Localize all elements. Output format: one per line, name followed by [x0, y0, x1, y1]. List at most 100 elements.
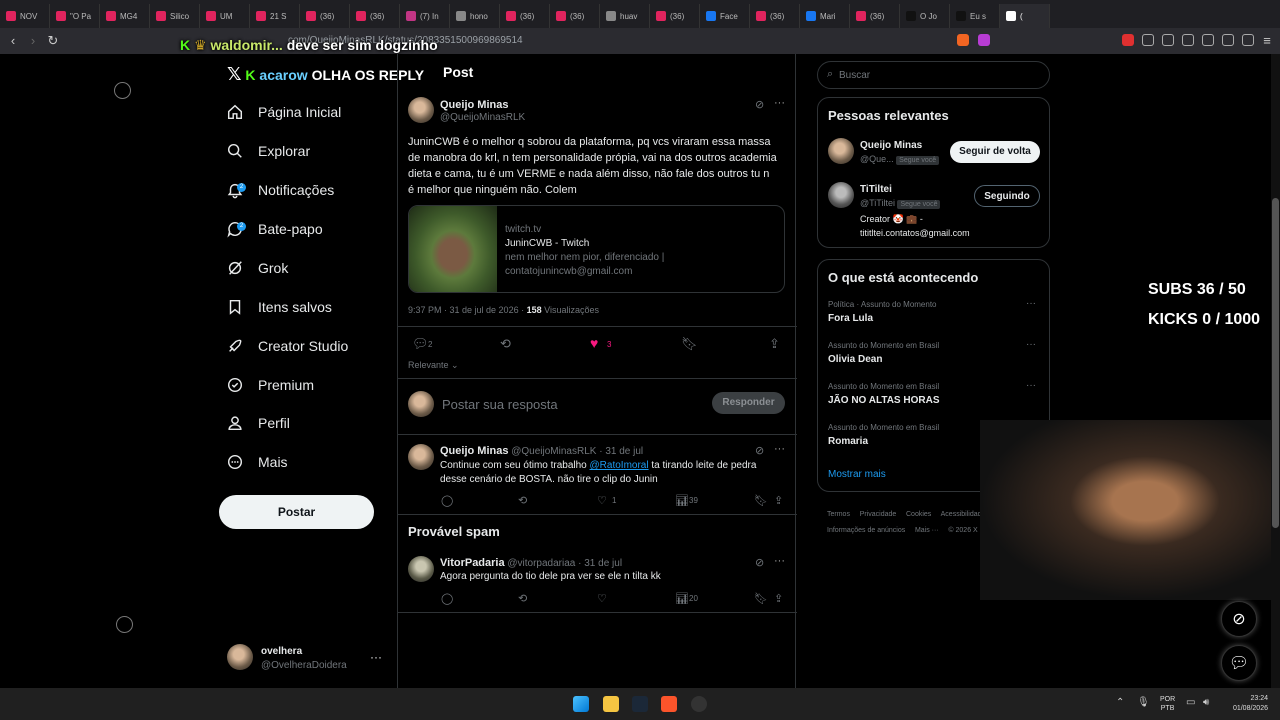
person-avatar[interactable] [828, 182, 854, 208]
browser-tab[interactable]: O Jo [900, 4, 950, 28]
sidebar-item-itens-salvos[interactable]: Itens salvos [226, 290, 332, 324]
bookmark-icon[interactable]: 🔖︎ [681, 336, 698, 352]
menu-icon[interactable]: ≡ [1258, 32, 1276, 50]
file-explorer-icon[interactable] [603, 696, 619, 712]
grok-fab-icon[interactable]: ⊘ [1221, 601, 1257, 637]
person-name[interactable]: Queijo Minas [860, 140, 922, 151]
steam-icon[interactable] [632, 696, 648, 712]
views-icon[interactable]: 📊︎ [675, 592, 689, 605]
vpn-icon[interactable] [1242, 34, 1254, 46]
sort-dropdown[interactable]: Relevante ⌄ [408, 360, 459, 371]
reply-input[interactable]: Postar sua resposta [442, 397, 558, 412]
follow-back-button[interactable]: Seguir de volta [950, 141, 1040, 163]
reply-button[interactable]: Responder [712, 392, 785, 414]
browser-tab[interactable]: Eu s [950, 4, 1000, 28]
footer-link[interactable]: Acessibilidade [941, 511, 986, 518]
like-icon[interactable]: ♥ [590, 335, 598, 351]
browser-tab[interactable]: (36) [750, 4, 800, 28]
footer-link[interactable]: Termos [827, 511, 850, 518]
sidebar-item-grok[interactable]: Grok [226, 251, 288, 285]
share-icon[interactable]: ⇪ [774, 592, 783, 605]
reload-icon[interactable]: ↻ [44, 32, 62, 50]
more-icon[interactable]: ··· [774, 555, 785, 567]
browser-tab[interactable]: MG4 [100, 4, 150, 28]
following-button[interactable]: Seguindo [974, 185, 1040, 207]
search-input[interactable]: Buscar [839, 70, 870, 81]
trend-more-icon[interactable]: ··· [1026, 339, 1036, 350]
show-more-link[interactable]: Mostrar mais [828, 469, 886, 480]
reply-author-avatar[interactable] [408, 556, 434, 582]
sidebar-item-perfil[interactable]: Perfil [226, 406, 290, 440]
windows-start-icon[interactable] [573, 696, 589, 712]
browser-tab[interactable]: NOV [0, 4, 50, 28]
microphone-icon[interactable]: 🎙︎ [1137, 697, 1150, 708]
grok-icon[interactable]: ⊘ [755, 556, 764, 569]
like-icon[interactable]: ♡ [597, 592, 607, 605]
footer-link[interactable]: Mais ··· [915, 527, 939, 534]
reply-author-avatar[interactable] [408, 444, 434, 470]
sidebar-item-explorar[interactable]: Explorar [226, 134, 310, 168]
link-card[interactable]: twitch.tv JuninCWB - Twitch nem melhor n… [408, 205, 785, 293]
browser-tab[interactable]: ( [1000, 4, 1050, 28]
search-box[interactable]: ⌕ Buscar [817, 61, 1050, 89]
scrollbar-thumb[interactable] [1272, 198, 1279, 528]
account-more-icon[interactable]: ··· [370, 650, 382, 664]
bookmarks-icon[interactable] [1162, 34, 1174, 46]
trend-item[interactable]: Olivia Dean [828, 354, 882, 365]
repost-icon[interactable]: ⟲ [518, 494, 527, 507]
forward-icon[interactable]: › [24, 32, 42, 50]
messages-fab-icon[interactable]: 💬︎ [1221, 645, 1257, 681]
trend-item[interactable]: Fora Lula [828, 313, 873, 324]
app-icon[interactable] [691, 696, 707, 712]
grok-icon[interactable]: ⊘ [755, 98, 764, 111]
volume-icon[interactable]: 🔊︎ [1203, 697, 1209, 708]
repost-icon[interactable]: ⟲ [500, 336, 511, 352]
reply-icon[interactable]: 💬︎ [412, 336, 429, 352]
browser-tab[interactable]: (36) [550, 4, 600, 28]
views-icon[interactable]: 📊︎ [675, 494, 689, 507]
post-author-avatar[interactable] [408, 97, 434, 123]
mention-link[interactable]: @RatoImoral [590, 460, 649, 471]
browser-tab[interactable]: huav [600, 4, 650, 28]
footer-link[interactable]: Informações de anúncios [827, 527, 905, 534]
post-author-handle[interactable]: @QueijoMinasRLK [440, 112, 525, 123]
sidebar-item-pagina-inicial[interactable]: Página Inicial [226, 95, 341, 129]
browser-tab[interactable]: (7) In [400, 4, 450, 28]
trend-item[interactable]: JÃO NO ALTAS HORAS [828, 395, 939, 406]
post-button[interactable]: Postar [219, 495, 374, 529]
trend-more-icon[interactable]: ··· [1026, 380, 1036, 391]
brave-shield-icon[interactable] [957, 34, 969, 46]
post-author-name[interactable]: Queijo Minas [440, 99, 508, 111]
sidebar-icon[interactable] [1182, 34, 1194, 46]
brave-icon[interactable] [661, 696, 677, 712]
browser-tab[interactable]: "O Pa [50, 4, 100, 28]
reply-icon[interactable]: ◯ [441, 494, 453, 507]
more-icon[interactable]: ··· [774, 97, 785, 109]
browser-tab[interactable]: (36) [850, 4, 900, 28]
browser-tab[interactable]: (36) [500, 4, 550, 28]
browser-tab[interactable]: Face [700, 4, 750, 28]
grok-icon[interactable]: ⊘ [755, 444, 764, 457]
browser-tab[interactable]: (36) [350, 4, 400, 28]
sidebar-item-notificacoes[interactable]: 2 Notificações [226, 173, 334, 207]
trend-more-icon[interactable]: ··· [1026, 298, 1036, 309]
sidebar-item-mais[interactable]: Mais [226, 445, 288, 479]
footer-link[interactable]: Cookies [906, 511, 931, 518]
trend-item[interactable]: Romaria [828, 436, 868, 447]
browser-tab[interactable]: Mari [800, 4, 850, 28]
repost-icon[interactable]: ⟲ [518, 592, 527, 605]
extension-icon[interactable] [1122, 34, 1134, 46]
share-icon[interactable]: ⇪ [774, 494, 783, 507]
more-icon[interactable]: ··· [774, 443, 785, 455]
back-icon[interactable]: ‹ [4, 32, 22, 50]
scrollbar[interactable] [1271, 54, 1280, 688]
sidebar-item-bate-papo[interactable]: 2 Bate-papo [226, 212, 323, 246]
wallet-icon[interactable] [1202, 34, 1214, 46]
puzzle-icon[interactable] [1142, 34, 1154, 46]
person-avatar[interactable] [828, 138, 854, 164]
person-name[interactable]: TiTiltei [860, 184, 892, 195]
tray-chevron-icon[interactable]: ⌃ [1116, 697, 1124, 708]
rewards-icon[interactable] [978, 34, 990, 46]
clock[interactable]: 23:24 01/08/2026 [1224, 694, 1268, 714]
share-icon[interactable]: ⇪ [769, 336, 780, 352]
